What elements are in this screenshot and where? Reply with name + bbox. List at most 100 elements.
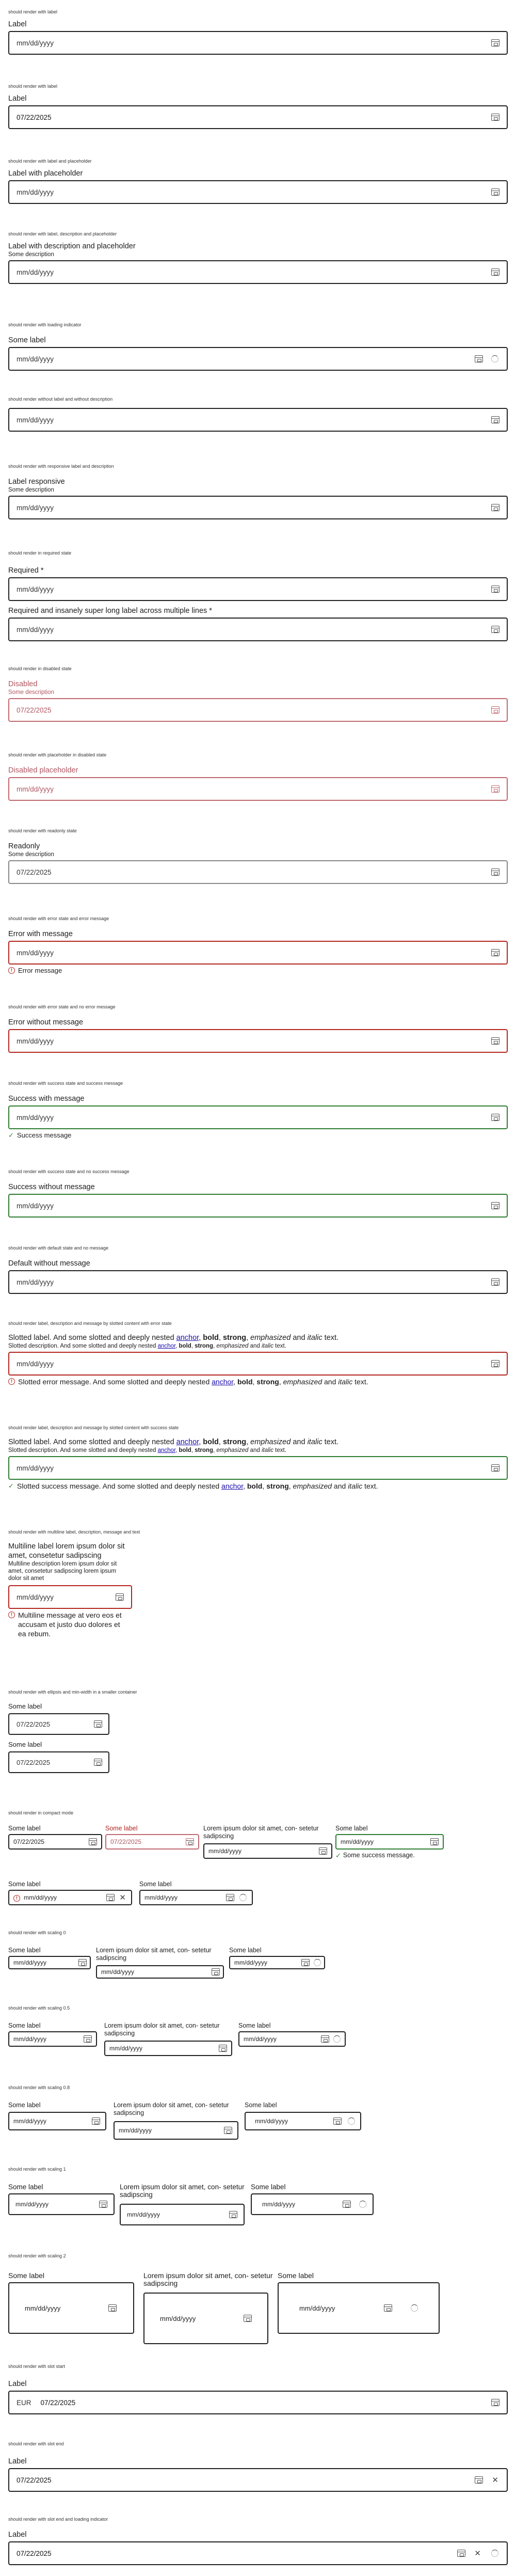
calendar-icon[interactable] xyxy=(491,1464,499,1472)
calendar-icon[interactable] xyxy=(99,2201,107,2208)
date-input[interactable]: mm/dd/yyyy xyxy=(114,2121,238,2140)
calendar-icon[interactable] xyxy=(212,1968,220,1976)
date-input-success[interactable]: mm/dd/yyyy xyxy=(8,1456,508,1480)
anchor-link[interactable]: anchor xyxy=(176,1334,199,1342)
date-input-success[interactable]: mm/dd/yyyy xyxy=(8,1194,508,1218)
close-icon[interactable]: ✕ xyxy=(492,2475,498,2485)
date-input[interactable]: mm/dd/yyyy xyxy=(8,2193,115,2215)
date-input[interactable]: mm/dd/yyyy xyxy=(104,2041,232,2056)
date-input[interactable]: mm/dd/yyyy xyxy=(245,2112,361,2130)
calendar-icon[interactable] xyxy=(384,2304,392,2312)
calendar-icon[interactable] xyxy=(491,1202,499,1209)
anchor-link[interactable]: anchor xyxy=(176,1438,199,1446)
calendar-icon[interactable] xyxy=(491,504,499,511)
date-input[interactable]: mm/dd/yyyy xyxy=(120,2204,245,2225)
calendar-icon[interactable] xyxy=(108,2304,117,2312)
calendar-icon[interactable] xyxy=(224,2127,232,2134)
date-input[interactable]: mm/dd/yyyy xyxy=(8,408,508,432)
calendar-icon[interactable] xyxy=(78,1959,87,1966)
date-input-error[interactable]: mm/dd/yyyy xyxy=(8,1352,508,1376)
anchor-link[interactable]: anchor xyxy=(221,1482,243,1490)
date-input-error[interactable]: mm/dd/yyyy xyxy=(8,1585,132,1609)
section-label-value: should render with label Label 07/22/202… xyxy=(8,83,508,129)
calendar-icon[interactable] xyxy=(491,114,499,121)
calendar-icon[interactable] xyxy=(94,1720,102,1728)
calendar-icon[interactable] xyxy=(333,2117,342,2125)
calendar-icon[interactable] xyxy=(491,1278,499,1286)
date-input-compact[interactable]: mm/dd/yyyy xyxy=(203,1843,332,1859)
date-input[interactable]: 07/22/2025 ✕ xyxy=(8,2468,508,2492)
loading-spinner-icon xyxy=(348,2117,355,2125)
calendar-icon[interactable] xyxy=(491,416,499,423)
calendar-icon[interactable] xyxy=(84,2035,92,2043)
date-input-compact-error[interactable]: ! mm/dd/yyyy ✕ xyxy=(8,1890,132,1905)
date-input-required[interactable]: mm/dd/yyyy xyxy=(8,577,508,601)
anchor-link[interactable]: anchor xyxy=(158,1447,176,1453)
anchor-link[interactable]: anchor xyxy=(212,1378,233,1386)
date-input[interactable]: mm/dd/yyyy xyxy=(8,1956,91,1969)
date-input[interactable]: mm/dd/yyyy xyxy=(8,180,508,204)
date-input[interactable]: EUR 07/22/2025 xyxy=(8,2391,508,2414)
calendar-icon[interactable] xyxy=(301,1959,310,1966)
date-input[interactable]: 07/22/2025 ✕ xyxy=(8,2541,508,2565)
field-label: Label xyxy=(8,20,27,28)
date-input[interactable]: mm/dd/yyyy xyxy=(8,2282,134,2334)
date-input[interactable]: mm/dd/yyyy xyxy=(8,260,508,284)
date-input[interactable]: mm/dd/yyyy xyxy=(238,2031,346,2047)
calendar-icon[interactable] xyxy=(321,2035,329,2043)
date-input[interactable]: mm/dd/yyyy xyxy=(278,2282,440,2334)
calendar-icon[interactable] xyxy=(244,2315,252,2322)
section-caption: should render with label, description an… xyxy=(8,231,117,236)
date-input[interactable]: mm/dd/yyyy xyxy=(96,1965,224,1979)
calendar-icon[interactable] xyxy=(491,39,499,46)
anchor-link[interactable]: anchor xyxy=(158,1343,176,1349)
date-input[interactable]: mm/dd/yyyy xyxy=(8,2031,97,2047)
calendar-icon[interactable] xyxy=(219,2045,227,2052)
close-icon[interactable]: ✕ xyxy=(119,1893,126,1902)
date-input-compact-success[interactable]: mm/dd/yyyy xyxy=(335,1834,444,1850)
date-input-success[interactable]: mm/dd/yyyy xyxy=(8,1105,508,1129)
date-input-required-long[interactable]: mm/dd/yyyy xyxy=(8,618,508,641)
calendar-icon[interactable] xyxy=(319,1847,327,1855)
calendar-icon[interactable] xyxy=(430,1838,439,1845)
calendar-icon[interactable] xyxy=(343,2201,351,2208)
date-input[interactable]: mm/dd/yyyy xyxy=(143,2293,268,2344)
field-label: Some label xyxy=(8,336,46,344)
calendar-icon[interactable] xyxy=(106,1894,115,1901)
calendar-icon[interactable] xyxy=(491,268,499,276)
calendar-icon[interactable] xyxy=(491,1037,499,1045)
calendar-icon[interactable] xyxy=(491,586,499,593)
calendar-icon[interactable] xyxy=(226,1894,234,1901)
date-input[interactable]: mm/dd/yyyy xyxy=(8,496,508,519)
calendar-icon[interactable] xyxy=(491,1114,499,1121)
date-input[interactable]: mm/dd/yyyy xyxy=(8,2112,106,2130)
calendar-icon[interactable] xyxy=(491,188,499,196)
date-input-compact[interactable]: 07/22/2025 xyxy=(8,1834,102,1850)
calendar-icon[interactable] xyxy=(116,1593,124,1601)
date-input[interactable]: mm/dd/yyyy xyxy=(251,2193,374,2215)
section-ellipsis: should render with ellipsis and min-widt… xyxy=(8,1688,137,1773)
calendar-icon[interactable] xyxy=(491,626,499,633)
calendar-icon[interactable] xyxy=(475,2476,483,2484)
calendar-icon[interactable] xyxy=(94,1759,102,1766)
date-input[interactable]: 07/22/2025 xyxy=(8,105,508,129)
close-icon[interactable]: ✕ xyxy=(474,2549,481,2558)
calendar-icon[interactable] xyxy=(475,355,483,362)
date-input[interactable]: 07/22/2025 xyxy=(8,1751,109,1773)
calendar-icon[interactable] xyxy=(89,1838,97,1845)
date-input[interactable]: mm/dd/yyyy xyxy=(8,31,508,55)
date-input[interactable]: mm/dd/yyyy xyxy=(8,347,508,371)
date-input-error[interactable]: mm/dd/yyyy xyxy=(8,1029,508,1053)
date-input[interactable]: mm/dd/yyyy xyxy=(229,1956,325,1969)
calendar-icon[interactable] xyxy=(229,2211,237,2218)
field-label: Success without message xyxy=(8,1183,95,1191)
date-input[interactable]: mm/dd/yyyy xyxy=(8,1270,508,1294)
calendar-icon[interactable] xyxy=(92,2117,100,2125)
calendar-icon[interactable] xyxy=(491,2399,499,2406)
calendar-icon[interactable] xyxy=(491,949,499,956)
calendar-icon[interactable] xyxy=(491,1360,499,1367)
calendar-icon[interactable] xyxy=(457,2550,465,2557)
date-input[interactable]: 07/22/2025 xyxy=(8,1713,109,1735)
date-input-error[interactable]: mm/dd/yyyy xyxy=(8,941,508,965)
date-input-compact-loading[interactable]: mm/dd/yyyy xyxy=(139,1890,253,1905)
